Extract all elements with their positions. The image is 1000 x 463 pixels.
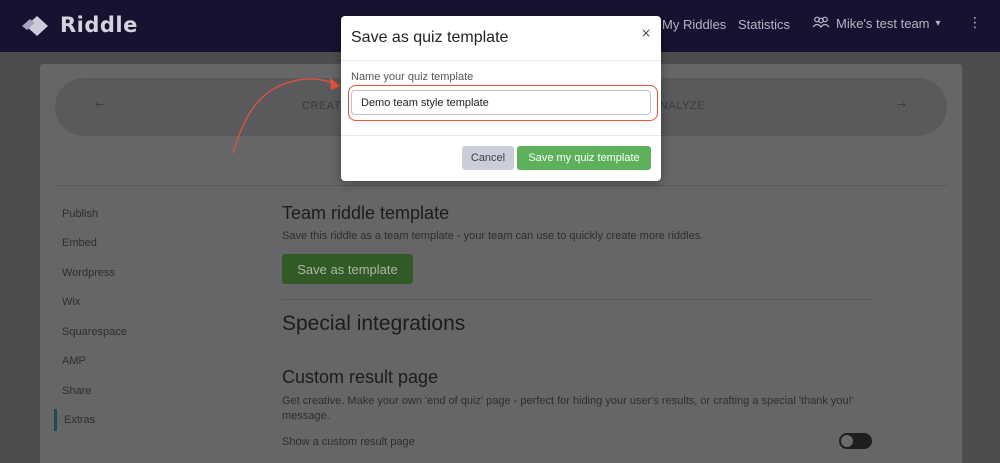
sidebar-item-squarespace[interactable]: Squarespace (62, 326, 127, 338)
next-step-arrow-icon[interactable]: → (897, 98, 906, 111)
save-template-modal: Save as quiz template × Name your quiz t… (341, 16, 661, 181)
riddle-logo-icon (22, 12, 52, 38)
step-analyze[interactable]: NALYZE (660, 100, 705, 112)
modal-title: Save as quiz template (351, 29, 509, 46)
toggle-knob (841, 435, 853, 447)
cancel-button[interactable]: Cancel (462, 146, 514, 170)
save-as-template-button[interactable]: Save as template (282, 254, 413, 284)
sidebar-item-publish[interactable]: Publish (62, 208, 98, 220)
modal-header-divider (341, 60, 661, 61)
custom-result-toggle[interactable] (839, 433, 872, 449)
section-divider (54, 185, 948, 186)
custom-result-toggle-label: Show a custom result page (282, 436, 415, 448)
template-name-input[interactable] (351, 90, 651, 115)
custom-result-description: Get creative. Make your own 'end of quiz… (282, 395, 854, 422)
chevron-down-icon: ▾ (935, 18, 941, 29)
sidebar-item-extras[interactable]: Extras (64, 414, 95, 426)
previous-step-arrow-icon[interactable]: ← (95, 98, 104, 111)
team-dropdown[interactable]: Mike's test team ▾ (812, 16, 941, 31)
more-menu-icon[interactable]: ⋮ (968, 15, 982, 31)
team-icon (812, 16, 830, 31)
logo-text: Riddle (60, 13, 138, 37)
sidebar-item-wordpress[interactable]: Wordpress (62, 267, 115, 279)
sidebar-item-wix[interactable]: Wix (62, 296, 80, 308)
team-template-heading: Team riddle template (282, 203, 450, 223)
save-quiz-template-button[interactable]: Save my quiz template (517, 146, 651, 170)
logo[interactable]: Riddle (22, 12, 138, 38)
special-integrations-heading: Special integrations (282, 312, 466, 335)
modal-footer-divider (341, 135, 661, 136)
nav-my-riddles[interactable]: My Riddles (662, 17, 726, 32)
template-name-label: Name your quiz template (351, 71, 474, 83)
custom-result-heading: Custom result page (282, 367, 439, 387)
sidebar-active-indicator (54, 409, 57, 431)
nav-statistics[interactable]: Statistics (738, 17, 790, 32)
divider (282, 299, 872, 300)
team-template-description: Save this riddle as a team template - yo… (282, 230, 704, 242)
team-name: Mike's test team (836, 16, 930, 31)
sidebar-item-amp[interactable]: AMP (62, 355, 86, 367)
sidebar-item-embed[interactable]: Embed (62, 237, 97, 249)
sidebar-item-share[interactable]: Share (62, 385, 91, 397)
close-icon[interactable]: × (641, 26, 651, 40)
